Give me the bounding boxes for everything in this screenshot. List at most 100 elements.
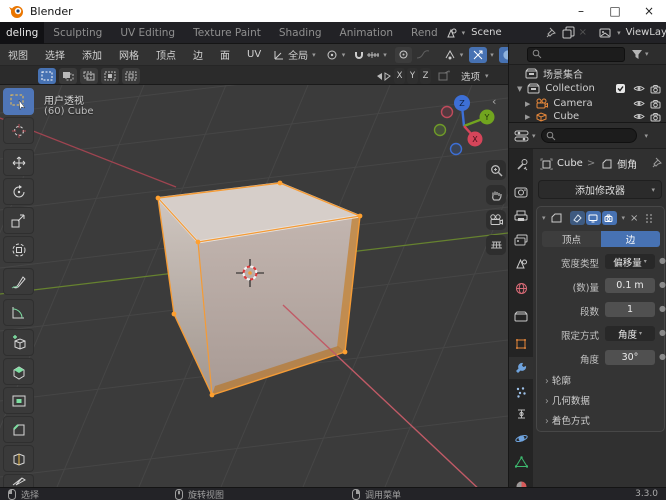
menu-add[interactable]: 添加 — [82, 47, 102, 62]
select-mode-new-icon[interactable] — [38, 68, 56, 84]
tool-inset-faces[interactable] — [3, 387, 34, 414]
outliner-row-cube[interactable]: ▶ Cube — [509, 111, 666, 122]
correct-face-attributes-icon[interactable] — [437, 70, 451, 82]
tab-scene-icon[interactable] — [509, 253, 533, 275]
segments-field[interactable]: 1 — [605, 302, 655, 317]
chevron-down-icon[interactable]: ▾ — [532, 132, 536, 140]
tool-measure[interactable] — [3, 299, 34, 326]
transform-orientation-dropdown[interactable]: 全局 ▾ — [273, 47, 316, 62]
modifier-render-toggle[interactable] — [601, 211, 617, 225]
disable-render-icon[interactable] — [650, 84, 662, 94]
tab-object-data-icon[interactable] — [509, 451, 533, 473]
section-profile[interactable]: › 轮廓 — [545, 373, 571, 387]
outliner-search-input[interactable] — [527, 46, 625, 62]
tab-rendering[interactable]: Rend — [402, 22, 440, 44]
select-mode-extend-icon[interactable] — [59, 68, 77, 84]
maximize-button[interactable]: □ — [598, 0, 632, 22]
hide-eye-icon[interactable] — [633, 99, 645, 108]
close-button[interactable]: × — [632, 0, 666, 22]
disable-render-icon[interactable] — [650, 99, 662, 109]
section-shading[interactable]: › 着色方式 — [545, 413, 590, 427]
camera-view-button[interactable] — [486, 210, 506, 230]
tab-constraints-icon[interactable] — [509, 403, 533, 425]
pivot-point-dropdown[interactable]: ▾ — [326, 48, 345, 61]
outliner-row-collection[interactable]: ▼ Collection — [509, 81, 666, 96]
add-modifier-button[interactable]: 添加修改器 ▾ — [538, 180, 662, 199]
tab-particles-icon[interactable] — [509, 381, 533, 403]
hide-eye-icon[interactable] — [633, 84, 645, 93]
properties-search-input[interactable] — [540, 128, 637, 143]
tab-world-icon[interactable] — [509, 277, 533, 299]
select-mode-invert-icon[interactable] — [101, 68, 119, 84]
tool-cursor[interactable] — [3, 117, 34, 144]
properties-editor-icon[interactable] — [514, 129, 530, 143]
disable-render-icon[interactable] — [650, 112, 662, 122]
menu-mesh[interactable]: 网格 — [119, 47, 139, 62]
tool-add-cube[interactable] — [3, 329, 34, 356]
tool-extrude-region[interactable] — [3, 358, 34, 385]
tab-shading[interactable]: Shading — [270, 22, 331, 44]
viewlayer-selector[interactable]: ▾ ViewLayer — [599, 27, 666, 39]
snap-dropdown[interactable]: ▾ — [353, 48, 387, 61]
filter-icon[interactable] — [631, 49, 643, 60]
viewlayer-name[interactable]: ViewLayer — [626, 27, 666, 38]
tool-loop-cut[interactable] — [3, 445, 34, 472]
tab-output-icon[interactable] — [509, 205, 533, 227]
chevron-down-icon[interactable]: ▾ — [645, 132, 649, 140]
modifier-realtime-toggle[interactable] — [585, 211, 601, 225]
mirror-y-toggle[interactable]: Y — [407, 68, 418, 84]
select-mode-subtract-icon[interactable] — [80, 68, 98, 84]
tool-annotate[interactable] — [3, 268, 34, 295]
gizmo-x-negative[interactable] — [440, 105, 454, 119]
minimize-button[interactable]: – — [564, 0, 598, 22]
pan-hand-button[interactable] — [486, 185, 506, 205]
outliner-row-camera[interactable]: ▶ Camera — [509, 96, 666, 111]
xray-toggle[interactable] — [469, 46, 488, 63]
modifier-delete-icon[interactable]: × — [630, 213, 638, 224]
options-dropdown[interactable]: 选项 ▾ — [461, 69, 489, 83]
tool-knife[interactable] — [3, 474, 34, 487]
menu-select[interactable]: 选择 — [45, 47, 65, 62]
affect-vertices-tab[interactable]: 顶点 — [542, 231, 601, 247]
modifier-extras-dropdown[interactable]: ▾ — [622, 214, 626, 222]
width-type-dropdown[interactable]: 偏移量 ▾ — [605, 254, 655, 269]
tool-bevel[interactable] — [3, 416, 34, 443]
new-scene-icon[interactable] — [562, 26, 575, 39]
tab-uv-editing[interactable]: UV Editing — [111, 22, 184, 44]
gizmo-z-negative[interactable] — [449, 142, 463, 156]
scene-name[interactable]: Scene — [471, 27, 502, 38]
sidebar-collapse-arrow[interactable]: ‹ — [492, 95, 496, 108]
tool-move[interactable] — [3, 149, 34, 176]
tab-sculpting[interactable]: Sculpting — [44, 22, 111, 44]
angle-field[interactable]: 30° — [605, 350, 655, 365]
tab-texture-paint[interactable]: Texture Paint — [184, 22, 270, 44]
tool-rotate[interactable] — [3, 178, 34, 205]
pin-icon[interactable] — [652, 157, 663, 168]
tab-view-layer-icon[interactable] — [509, 229, 533, 251]
tab-modeling[interactable]: deling — [0, 21, 45, 44]
tab-animation[interactable]: Animation — [331, 22, 403, 44]
tab-physics-icon[interactable] — [509, 427, 533, 449]
drag-handle-icon[interactable] — [645, 213, 653, 224]
chevron-down-icon[interactable]: ▾ — [490, 51, 494, 59]
zoom-button[interactable] — [486, 160, 506, 180]
tool-transform[interactable] — [3, 236, 34, 263]
menu-uv[interactable]: UV — [247, 49, 261, 60]
outliner-row-scene-collection[interactable]: 场景集合 — [509, 66, 666, 81]
disclosure-closed-icon[interactable]: ▶ — [525, 100, 530, 108]
panel-expand-icon[interactable]: ▾ — [542, 214, 546, 222]
modifier-edit-mode-toggle[interactable] — [569, 211, 585, 225]
hide-eye-icon[interactable] — [633, 112, 645, 121]
mirror-x-toggle[interactable]: X — [394, 68, 405, 84]
tab-modifiers-icon[interactable] — [509, 357, 533, 379]
menu-face[interactable]: 面 — [220, 47, 230, 62]
tool-scale[interactable] — [3, 207, 34, 234]
pin-icon[interactable] — [546, 27, 557, 38]
mirror-z-toggle[interactable]: Z — [420, 68, 431, 84]
tab-collection-icon[interactable] — [509, 305, 533, 327]
tab-object-icon[interactable] — [509, 333, 533, 355]
select-mode-intersect-icon[interactable] — [122, 68, 140, 84]
affect-edges-tab[interactable]: 边 — [601, 231, 660, 247]
breadcrumb-modifier[interactable]: 倒角 — [617, 156, 637, 171]
disclosure-closed-icon[interactable]: ▶ — [525, 113, 530, 121]
